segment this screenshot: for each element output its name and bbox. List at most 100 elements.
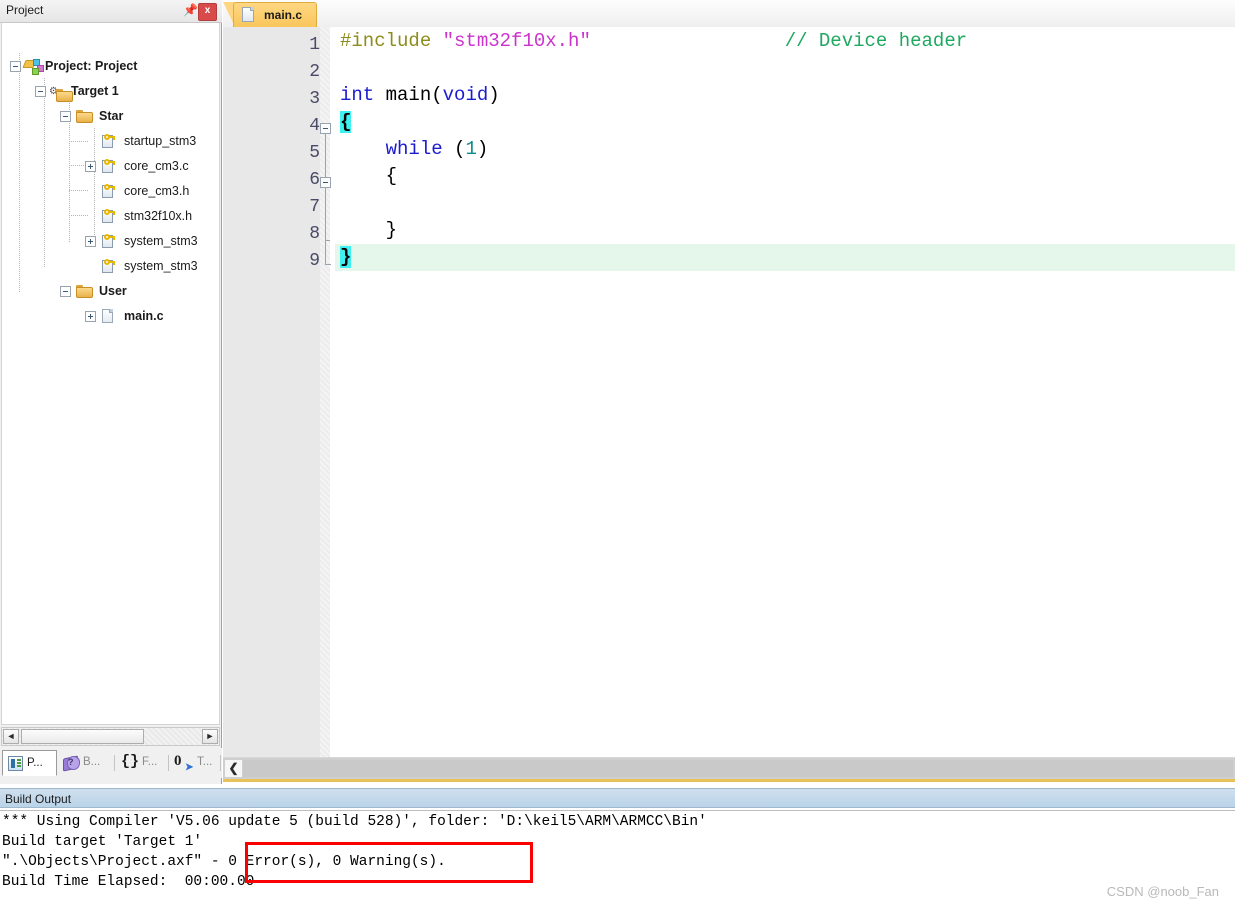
panel-tab-books[interactable]: ? B... (59, 750, 115, 776)
line-number: 7 (309, 197, 320, 217)
functions-icon: {} (121, 753, 140, 770)
code-line-3[interactable]: int main(void) (335, 82, 1235, 109)
scrollbar-track[interactable] (243, 760, 1233, 777)
fold-toggle-line6[interactable] (320, 177, 331, 188)
code-line-9[interactable]: } (335, 244, 1235, 271)
line-number: 5 (309, 143, 320, 163)
tree-item-label: system_stm3 (124, 259, 198, 273)
close-icon[interactable]: x (198, 3, 217, 21)
project-panel: Project 📌 x Project: Project ⚙ Target 1 … (0, 0, 222, 784)
tree-toggle[interactable] (85, 161, 96, 172)
tree-toggle[interactable] (60, 111, 71, 122)
tree-toggle[interactable] (60, 286, 71, 297)
watermark: CSDN @noob_Fan (1106, 884, 1219, 899)
build-output-line: *** Using Compiler 'V5.06 update 5 (buil… (2, 814, 707, 830)
code-token: main( (374, 84, 443, 106)
tree-toggle[interactable] (85, 311, 96, 322)
code-line-4[interactable]: { (335, 109, 1235, 136)
tree-connector (69, 141, 89, 142)
code-line-1[interactable]: #include "stm32f10x.h" // Device header (335, 28, 1235, 55)
code-line-7[interactable] (335, 190, 1235, 217)
project-panel-hscrollbar[interactable]: ◄ ► (1, 727, 220, 746)
build-output-line: Build Time Elapsed: 00:00.00 (2, 874, 255, 890)
folder-icon (76, 285, 93, 299)
line-number: 4 (309, 116, 320, 136)
tab-separator (220, 755, 221, 771)
code-token: int (340, 84, 375, 106)
panel-tab-project[interactable]: P... (2, 750, 57, 776)
books-icon: ? (63, 754, 80, 772)
code-token: "stm32f10x.h" (442, 30, 591, 52)
scroll-left-icon[interactable]: ❮ (225, 760, 242, 777)
code-token-matched-brace: } (340, 246, 352, 268)
line-number: 2 (309, 62, 320, 82)
code-token-matched-brace: { (340, 111, 352, 133)
pin-icon[interactable]: 📌 (179, 3, 198, 19)
editor-bottom-rule (223, 779, 1235, 782)
tree-connector (69, 103, 70, 243)
tree-item-label: startup_stm3 (124, 134, 197, 148)
source-file-icon (101, 258, 115, 274)
fold-toggle-line4[interactable] (320, 123, 331, 134)
panel-tab-templates[interactable]: 0 ➤ T... (171, 750, 221, 776)
tree-item-label: Project: Project (45, 59, 138, 73)
source-file-icon (101, 158, 115, 174)
tree-item-label: User (99, 284, 127, 298)
tree-connector (44, 78, 45, 268)
scroll-right-icon[interactable]: ► (202, 729, 218, 744)
tab-separator (168, 755, 169, 771)
code-editor[interactable]: 1 2 3 4 5 6 7 8 9 #include "stm32f10x.h"… (223, 27, 1235, 757)
templates-icon: 0 ➤ (174, 753, 194, 773)
editor-tabstrip: main.c (223, 0, 1235, 28)
scroll-left-icon[interactable]: ◄ (3, 729, 19, 744)
code-token: // Device header (784, 30, 968, 52)
panel-tab-label: B... (83, 756, 101, 768)
project-panel-title: Project (6, 3, 44, 17)
code-token: void (442, 84, 489, 106)
code-token: 1 (465, 138, 477, 160)
editor-tab-main-c[interactable]: main.c (233, 2, 318, 27)
code-line-6[interactable]: { (335, 163, 1235, 190)
code-line-2[interactable] (335, 55, 1235, 82)
code-text-area[interactable]: #include "stm32f10x.h" // Device header … (335, 27, 1235, 757)
tree-item-label: system_stm3 (124, 234, 198, 248)
code-line-8[interactable]: } (335, 217, 1235, 244)
project-tree[interactable]: Project: Project ⚙ Target 1 Star startup… (1, 23, 220, 725)
scrollbar-thumb[interactable] (21, 729, 144, 744)
tree-connector (69, 215, 89, 216)
line-number-gutter: 1 2 3 4 5 6 7 8 9 (223, 27, 320, 757)
code-token: } (340, 219, 398, 241)
project-panel-tabstrip: P... ? B... {} F... 0 ➤ T... (0, 748, 222, 778)
editor-tab-label: main.c (264, 8, 303, 22)
tree-connector (94, 128, 95, 238)
tree-toggle[interactable] (10, 61, 21, 72)
tree-item-label: Target 1 (71, 84, 119, 98)
tree-toggle[interactable] (85, 236, 96, 247)
project-icon (22, 59, 44, 75)
fold-bracket-line (325, 134, 326, 264)
code-line-5[interactable]: while (1) (335, 136, 1235, 163)
annotation-highlight-box (245, 842, 533, 883)
line-number: 8 (309, 224, 320, 244)
build-output-header: Build Output (0, 788, 1235, 808)
tree-toggle[interactable] (35, 86, 46, 97)
folder-icon (76, 110, 93, 124)
code-token: ( (442, 138, 466, 160)
plain-file-icon (101, 308, 115, 324)
source-file-icon (101, 183, 115, 199)
build-output-panel: Build Output *** Using Compiler 'V5.06 u… (0, 788, 1235, 910)
project-panel-header: Project 📌 x (0, 0, 222, 23)
tree-item-label: Star (99, 109, 124, 123)
tree-item-label: stm32f10x.h (124, 209, 193, 223)
code-token: ) (488, 84, 500, 106)
panel-tab-functions[interactable]: {} F... (117, 750, 169, 776)
source-file-icon (101, 233, 115, 249)
editor-hscrollbar[interactable]: ❮ (223, 757, 1235, 779)
source-file-icon (101, 133, 115, 149)
target-icon: ⚙ (49, 84, 73, 102)
code-token: #include (340, 30, 443, 52)
tree-connector (19, 53, 20, 293)
build-output-body[interactable]: *** Using Compiler 'V5.06 update 5 (buil… (0, 810, 1235, 910)
source-file-icon (101, 208, 115, 224)
